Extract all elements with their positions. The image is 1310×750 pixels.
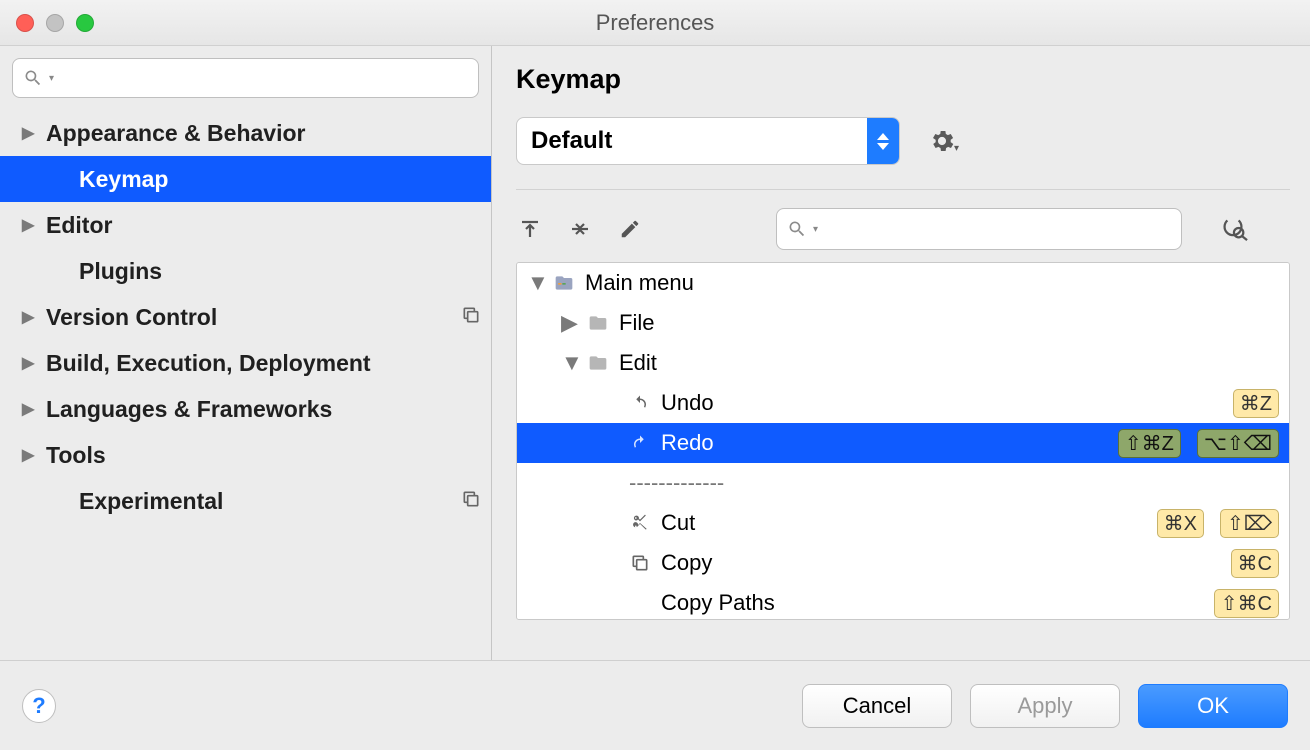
search-icon xyxy=(23,68,43,88)
disclosure-arrow-icon: ▼ xyxy=(561,350,577,376)
sidebar-item-label: Tools xyxy=(46,442,106,469)
tree-item-label: Undo xyxy=(661,390,1217,416)
menu-icon xyxy=(553,273,575,293)
tree-item-label: Copy xyxy=(661,550,1215,576)
shortcut-badge: ⇧⌦ xyxy=(1220,509,1279,538)
disclosure-arrow-icon: ▶ xyxy=(22,307,36,327)
sidebar-item-label: Experimental xyxy=(79,488,223,515)
keymap-tree[interactable]: ▼ Main menu ▶ File ▼ Edit Undo ⌘Z Redo ⇧⌘Z ⌥⇧⌫ ----… xyxy=(516,262,1290,620)
disclosure-arrow-icon: ▼ xyxy=(527,270,543,296)
keymap-scheme-value: Default xyxy=(531,127,612,155)
shortcut-badge: ⌘X xyxy=(1157,509,1204,538)
shortcut-badge: ⌥⇧⌫ xyxy=(1197,429,1279,458)
tree-item-label: Redo xyxy=(661,430,1102,456)
find-by-shortcut-button[interactable] xyxy=(1218,213,1248,246)
disclosure-arrow-icon: ▶ xyxy=(22,445,36,465)
tree-file[interactable]: ▶ File xyxy=(517,303,1289,343)
tree-redo[interactable]: Redo ⇧⌘Z ⌥⇧⌫ xyxy=(517,423,1289,463)
sidebar-item-build-execution-deployment[interactable]: ▶ Build, Execution, Deployment xyxy=(0,340,491,386)
tree-item-label: ------------- xyxy=(629,470,1279,496)
tree-copy[interactable]: Copy ⌘C xyxy=(517,543,1289,583)
tree-separator: ------------- xyxy=(517,463,1289,503)
sidebar-item-label: Languages & Frameworks xyxy=(46,396,332,423)
folder-icon xyxy=(587,353,609,373)
help-button[interactable]: ? xyxy=(22,689,56,723)
copy-settings-icon xyxy=(461,304,481,331)
undo-icon xyxy=(629,394,651,412)
sidebar-item-languages-frameworks[interactable]: ▶ Languages & Frameworks xyxy=(0,386,491,432)
keymap-scheme-select[interactable]: Default xyxy=(516,117,900,165)
chevron-down-icon: ▾ xyxy=(954,143,959,154)
shortcut-badge: ⌘C xyxy=(1231,549,1279,578)
cut-icon xyxy=(629,513,651,533)
sidebar-item-keymap[interactable]: Keymap xyxy=(0,156,491,202)
tree-undo[interactable]: Undo ⌘Z xyxy=(517,383,1289,423)
divider xyxy=(516,189,1290,190)
tree-cut[interactable]: Cut ⌘X ⇧⌦ xyxy=(517,503,1289,543)
copy-settings-icon xyxy=(461,488,481,515)
sidebar-item-experimental[interactable]: Experimental xyxy=(0,478,491,524)
search-dropdown-arrow: ▾ xyxy=(49,73,54,84)
search-icon xyxy=(787,219,807,239)
disclosure-arrow-icon: ▶ xyxy=(22,353,36,373)
sidebar-item-editor[interactable]: ▶ Editor xyxy=(0,202,491,248)
dropdown-stepper-icon xyxy=(867,118,899,164)
disclosure-arrow-icon: ▶ xyxy=(561,310,577,336)
settings-sidebar: ▾ ▶ Appearance & Behavior Keymap ▶ Editor Plu… xyxy=(0,46,492,660)
window-title: Preferences xyxy=(0,10,1310,36)
disclosure-arrow-icon: ▶ xyxy=(22,215,36,235)
page-heading: Keymap xyxy=(516,64,1290,95)
shortcut-badge: ⌘Z xyxy=(1233,389,1279,418)
sidebar-item-label: Plugins xyxy=(79,258,162,285)
sidebar-item-label: Appearance & Behavior xyxy=(46,120,305,147)
copy-icon xyxy=(629,553,651,573)
tree-item-label: Cut xyxy=(661,510,1141,536)
cancel-button[interactable]: Cancel xyxy=(802,684,952,728)
tree-copy-paths[interactable]: Copy Paths ⇧⌘C xyxy=(517,583,1289,620)
tree-main-menu[interactable]: ▼ Main menu xyxy=(517,263,1289,303)
sidebar-item-label: Version Control xyxy=(46,304,217,331)
sidebar-item-plugins[interactable]: Plugins xyxy=(0,248,491,294)
tree-item-label: Copy Paths xyxy=(661,590,1198,616)
expand-all-button[interactable] xyxy=(516,215,544,243)
shortcut-badge: ⇧⌘C xyxy=(1214,589,1279,618)
collapse-all-button[interactable] xyxy=(566,215,594,243)
tree-item-label: Edit xyxy=(619,350,1279,376)
tree-item-label: Main menu xyxy=(585,270,1279,296)
redo-icon xyxy=(629,434,651,452)
dialog-footer: ? Cancel Apply OK xyxy=(0,660,1310,750)
sidebar-item-tools[interactable]: ▶ Tools xyxy=(0,432,491,478)
folder-icon xyxy=(587,313,609,333)
tree-item-label: File xyxy=(619,310,1279,336)
tree-edit[interactable]: ▼ Edit xyxy=(517,343,1289,383)
keymap-actions-gear-button[interactable]: ▾ xyxy=(928,127,959,155)
sidebar-item-label: Editor xyxy=(46,212,112,239)
titlebar: Preferences xyxy=(0,0,1310,46)
sidebar-item-label: Keymap xyxy=(79,166,168,193)
apply-button[interactable]: Apply xyxy=(970,684,1120,728)
shortcut-badge: ⇧⌘Z xyxy=(1118,429,1181,458)
sidebar-item-label: Build, Execution, Deployment xyxy=(46,350,371,377)
edit-shortcut-button[interactable] xyxy=(616,215,644,243)
sidebar-search-input[interactable]: ▾ xyxy=(12,58,479,98)
search-dropdown-arrow: ▾ xyxy=(813,224,818,235)
sidebar-item-appearance-behavior[interactable]: ▶ Appearance & Behavior xyxy=(0,110,491,156)
disclosure-arrow-icon: ▶ xyxy=(22,123,36,143)
disclosure-arrow-icon: ▶ xyxy=(22,399,36,419)
action-search-input[interactable]: ▾ xyxy=(776,208,1182,250)
ok-button[interactable]: OK xyxy=(1138,684,1288,728)
sidebar-item-version-control[interactable]: ▶ Version Control xyxy=(0,294,491,340)
content-pane: Keymap Default ▾ ▾ xyxy=(492,46,1310,660)
